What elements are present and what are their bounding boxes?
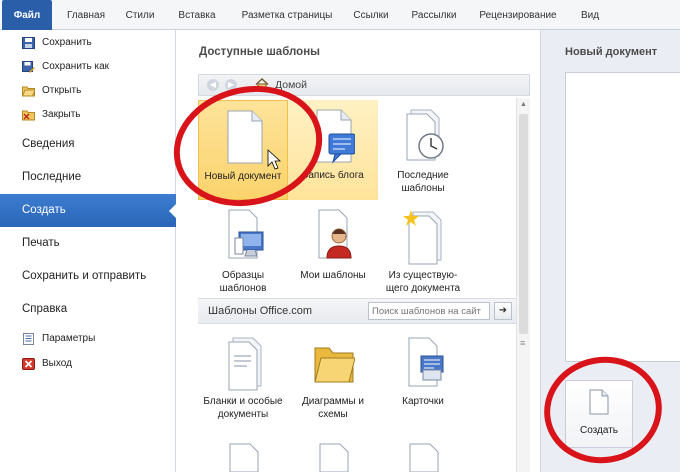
sample-templates-icon — [228, 209, 264, 259]
tab-references[interactable]: Ссылки — [346, 0, 396, 30]
tab-page-layout[interactable]: Разметка страницы — [232, 0, 342, 30]
office-templates-section: Шаблоны Office.com ➜ — [198, 298, 516, 324]
tab-review[interactable]: Рецензирование — [470, 0, 566, 30]
tab-insert[interactable]: Вставка — [170, 0, 224, 30]
tab-view[interactable]: Вид — [572, 0, 608, 30]
open-label: Открыть — [42, 85, 82, 96]
scrollbar-thumb[interactable] — [519, 114, 528, 334]
nav-new[interactable]: Создать — [0, 194, 177, 227]
folder-icon — [314, 347, 355, 383]
close-folder-icon — [22, 110, 35, 121]
options-icon — [23, 333, 34, 345]
document-icon — [319, 443, 349, 472]
template-forms[interactable]: Бланки и особые документы — [198, 326, 288, 426]
template-label: Запись блога — [302, 170, 364, 181]
save-as-icon — [22, 61, 35, 73]
home-icon[interactable] — [255, 78, 269, 91]
nav-print[interactable]: Печать — [0, 227, 176, 260]
templates-title: Доступные шаблоны — [199, 46, 320, 58]
blog-post-icon — [316, 109, 355, 164]
ribbon-tabs: Файл Главная Стили Вставка Разметка стра… — [0, 0, 680, 30]
cards-icon — [408, 337, 444, 387]
search-go-button[interactable]: ➜ — [494, 302, 512, 320]
save-label: Сохранить — [42, 37, 92, 48]
options-label: Параметры — [42, 333, 96, 344]
exit-icon — [22, 358, 35, 370]
template-diagrams[interactable]: Диаграммы и схемы — [288, 326, 378, 426]
my-templates-icon — [318, 209, 352, 259]
nav-recent[interactable]: Последние — [0, 161, 176, 194]
templates-scrollbar[interactable]: ▲ ≡ — [516, 98, 530, 472]
tab-styles[interactable]: Стили — [118, 0, 162, 30]
template-recent[interactable]: Последние шаблоны — [378, 100, 468, 200]
document-preview — [565, 72, 680, 362]
save-as-label: Сохранить как — [42, 61, 110, 72]
template-search-input[interactable] — [368, 302, 490, 320]
template-from-existing[interactable]: Из существую-щего документа — [378, 200, 468, 300]
backstage-nav: Сохранить Сохранить как Открыть Закрыть … — [0, 30, 177, 472]
forms-icon — [228, 337, 262, 391]
document-icon — [409, 443, 439, 472]
tab-mailings[interactable]: Рассылки — [402, 0, 466, 30]
template-label: Образцы шаблонов — [219, 270, 267, 294]
forward-arrow-icon[interactable]: ▶ — [225, 79, 237, 91]
create-button[interactable]: Создать — [565, 380, 633, 448]
tab-file[interactable]: Файл — [2, 0, 52, 30]
template-my-templates[interactable]: Мои шаблоны — [288, 200, 378, 300]
template-label: Диаграммы и схемы — [302, 396, 364, 420]
exit-label: Выход — [42, 358, 72, 369]
document-icon — [229, 443, 259, 472]
save-icon — [22, 37, 35, 49]
grip-icon: ≡ — [520, 338, 526, 348]
template-label: Последние шаблоны — [397, 170, 449, 194]
nav-help[interactable]: Справка — [0, 293, 176, 326]
tab-home[interactable]: Главная — [60, 0, 112, 30]
available-templates-panel: Доступные шаблоны ◀ ▶ Домой Новый докуме… — [176, 30, 540, 472]
template-label: Мои шаблоны — [300, 270, 366, 281]
blank-document-icon — [227, 110, 263, 164]
create-label: Создать — [579, 425, 618, 436]
template-label: Бланки и особые документы — [203, 396, 283, 420]
preview-pane: Новый документ Создать — [540, 30, 680, 472]
nav-save-send[interactable]: Сохранить и отправить — [0, 260, 176, 293]
template-navigation-bar: ◀ ▶ Домой — [198, 74, 530, 96]
office-section-title: Шаблоны Office.com — [208, 305, 313, 317]
preview-title: Новый документ — [565, 46, 658, 58]
template-label: Из существую-щего документа — [385, 270, 461, 294]
open-folder-icon — [22, 86, 35, 97]
scroll-up-icon[interactable]: ▲ — [520, 101, 527, 108]
back-arrow-icon[interactable]: ◀ — [207, 79, 219, 91]
nav-info[interactable]: Сведения — [0, 128, 176, 161]
recent-templates-icon — [406, 109, 444, 161]
template-label: Новый документ — [204, 171, 282, 182]
from-existing-icon — [403, 210, 442, 265]
template-cards[interactable]: Карточки — [378, 326, 468, 426]
close-label: Закрыть — [42, 109, 81, 120]
template-blank-document[interactable]: Новый документ — [198, 100, 288, 200]
breadcrumb[interactable]: Домой — [275, 79, 307, 91]
new-document-icon — [589, 389, 609, 415]
template-blog-post[interactable]: Запись блога — [288, 100, 378, 200]
template-label: Карточки — [402, 396, 444, 407]
template-samples[interactable]: Образцы шаблонов — [198, 200, 288, 300]
